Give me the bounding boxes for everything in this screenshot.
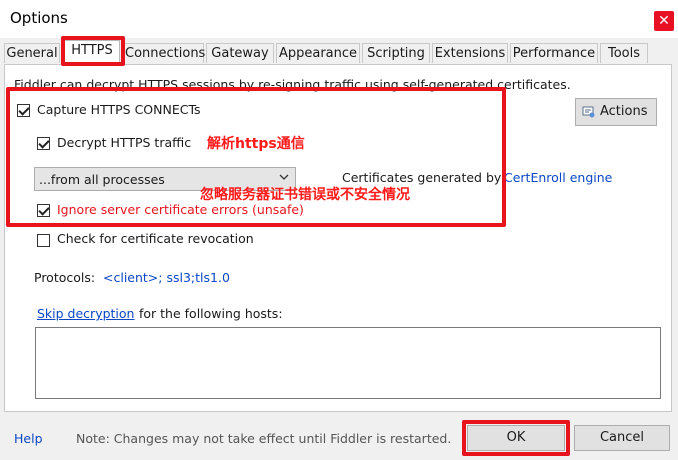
window-title: Options xyxy=(10,9,68,27)
close-icon: ✕ xyxy=(658,13,670,29)
tab-gateway[interactable]: Gateway xyxy=(206,43,274,63)
help-link[interactable]: Help xyxy=(14,431,43,446)
tab-extensions[interactable]: Extensions xyxy=(432,43,508,63)
tab-appearance[interactable]: Appearance xyxy=(276,43,360,63)
capture-settings-highlight-box xyxy=(6,87,506,227)
actions-label: Actions xyxy=(600,104,648,119)
protocols-link[interactable]: <client>; ssl3;tls1.0 xyxy=(103,270,230,285)
tab-scripting[interactable]: Scripting xyxy=(362,43,430,63)
tab-connections[interactable]: Connections xyxy=(124,43,205,63)
certificate-icon xyxy=(582,105,596,119)
tab-tools[interactable]: Tools xyxy=(600,43,648,63)
skip-decryption-link[interactable]: Skip decryption xyxy=(37,306,134,321)
tab-performance[interactable]: Performance xyxy=(510,43,598,63)
tab-general[interactable]: General xyxy=(4,43,60,63)
restart-note: Note: Changes may not take effect until … xyxy=(76,431,452,446)
ok-highlight-box xyxy=(462,420,570,456)
title-bar xyxy=(0,0,678,38)
skip-decryption-text: for the following hosts: xyxy=(139,306,283,321)
protocols-label: Protocols: xyxy=(34,270,96,285)
revocation-checkbox[interactable] xyxy=(37,234,50,247)
tab-highlight-box xyxy=(61,36,125,66)
actions-button[interactable]: Actions xyxy=(575,98,657,126)
cancel-button[interactable]: Cancel xyxy=(574,425,670,451)
cert-engine-link[interactable]: CertEnroll engine xyxy=(504,170,612,185)
hosts-textarea[interactable] xyxy=(35,327,661,399)
close-button[interactable]: ✕ xyxy=(654,11,674,31)
revocation-label: Check for certificate revocation xyxy=(57,231,254,246)
